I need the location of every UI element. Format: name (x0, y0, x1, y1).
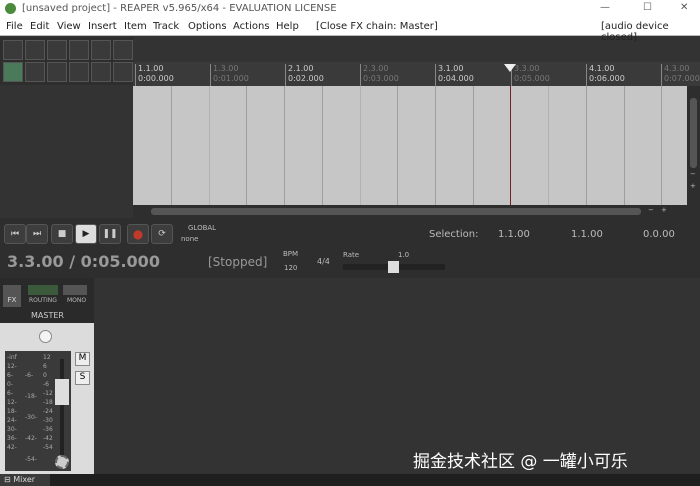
mixer-area (94, 278, 700, 474)
solo-button[interactable]: S (75, 371, 90, 385)
playhead-line (510, 86, 511, 205)
menu-insert[interactable]: Insert (88, 21, 117, 32)
save-project-icon[interactable] (47, 40, 67, 60)
envelope-icon[interactable] (69, 62, 89, 82)
mono-button[interactable] (63, 285, 87, 295)
zoom-in-icon[interactable]: + (661, 206, 667, 214)
meter-panel: -inf 12- 6- 0- 6- 12- 18- 24- 30- 36- 42- -6- -18- -… (5, 351, 71, 471)
menu-edit[interactable]: Edit (30, 21, 49, 32)
ruler-mark: 3.3.00 0:05.000 (511, 64, 550, 86)
menu-item[interactable]: Item (124, 21, 147, 32)
watermark: 掘金技术社区 @ 一罐小可乐 (413, 452, 628, 472)
metronome-icon[interactable] (113, 62, 133, 82)
selection-label: Selection: (429, 229, 479, 240)
volume-fader-thumb[interactable] (55, 379, 69, 405)
record-button[interactable]: ● (127, 224, 149, 244)
ruler-mark: 4.3.00 0:07.000 (661, 64, 700, 86)
playhead-marker-icon[interactable] (504, 64, 516, 73)
ruler-mark: 1.1.00 0:00.000 (135, 64, 174, 86)
volume-fader-track[interactable] (60, 359, 64, 463)
item-grouping-icon[interactable] (47, 62, 67, 82)
global-automation-label[interactable]: GLOBAL (188, 224, 216, 232)
mixer-tab-label: Mixer (13, 475, 36, 484)
ruler-mark: 1.3.00 0:01.000 (210, 64, 249, 86)
rate-label: Rate (343, 251, 360, 259)
bpm-value[interactable]: 120 (284, 264, 297, 272)
ripple-edit-icon[interactable] (25, 62, 45, 82)
maximize-button[interactable]: ☐ (643, 2, 652, 13)
menu-file[interactable]: File (6, 21, 23, 32)
menu-help[interactable]: Help (276, 21, 299, 32)
stop-button[interactable]: ■ (51, 224, 73, 244)
pan-knob[interactable] (39, 330, 52, 343)
tab-mixer[interactable]: ⊟ Mixer (0, 474, 50, 486)
meter-scale-left: -inf 12- 6- 0- 6- 12- 18- 24- 30- 36- 42- (7, 354, 17, 451)
open-project-icon[interactable] (25, 40, 45, 60)
redo-icon[interactable] (113, 40, 133, 60)
reaper-logo-icon (5, 3, 16, 14)
pause-button[interactable]: ❚❚ (99, 224, 121, 244)
go-to-start-button[interactable]: ⏮ (4, 224, 26, 244)
ruler-mark: 2.3.00 0:03.000 (360, 64, 399, 86)
transport-bar: ⏮ ⏭ ■ ▶ ❚❚ ● ⟳ GLOBAL none Selection: 1.… (0, 218, 700, 278)
rate-slider[interactable] (343, 261, 445, 273)
mixer-tab-icon: ⊟ (4, 475, 11, 484)
menu-bar: File Edit View Insert Item Track Options… (0, 18, 700, 43)
selection-start[interactable]: 1.1.00 (498, 229, 530, 240)
fx-chain-menu[interactable]: [Close FX chain: Master] (316, 21, 438, 32)
menu-track[interactable]: Track (153, 21, 179, 32)
fx-button[interactable]: FX (3, 285, 21, 307)
mono-label: MONO (67, 297, 87, 304)
bpm-label: BPM (283, 250, 299, 258)
vertical-scrollbar[interactable]: − + (687, 86, 700, 205)
rate-slider-thumb[interactable] (388, 261, 399, 273)
audio-device-status[interactable]: [audio device closed] (601, 21, 700, 43)
zoom-in-icon[interactable]: + (690, 182, 696, 190)
master-strip: -inf 12- 6- 0- 6- 12- 18- 24- 30- 36- 42- -6- -18- -… (0, 323, 94, 474)
arrange-view[interactable] (133, 86, 687, 205)
grid-toggle-icon[interactable] (3, 62, 23, 82)
menu-view[interactable]: View (57, 21, 81, 32)
play-button[interactable]: ▶ (75, 224, 97, 244)
mute-button[interactable]: M (75, 352, 90, 366)
zoom-out-icon[interactable]: − (648, 206, 654, 214)
global-automation-value[interactable]: none (181, 235, 198, 243)
meter-scale-right: 12 6 0 -6 -12 -18 -24 -30 -36 -42 -54 (43, 354, 53, 451)
time-signature[interactable]: 4/4 (317, 257, 330, 266)
horizontal-scrollbar[interactable]: − + (133, 205, 700, 218)
routing-label: ROUTING (29, 297, 57, 304)
zoom-out-icon[interactable]: − (690, 170, 696, 178)
master-label: MASTER (31, 311, 64, 320)
menu-options[interactable]: Options (188, 21, 227, 32)
time-position[interactable]: 3.3.00 / 0:05.000 (7, 252, 160, 271)
window-title: [unsaved project] - REAPER v5.965/x64 - … (22, 3, 337, 14)
docker-tab-bar: ⊟ Mixer (0, 474, 700, 486)
menu-actions[interactable]: Actions (233, 21, 270, 32)
ruler-mark: 2.1.00 0:02.000 (285, 64, 324, 86)
undo-icon[interactable] (91, 40, 111, 60)
title-bar: [unsaved project] - REAPER v5.965/x64 - … (0, 0, 700, 18)
ruler-mark: 4.1.00 0:06.000 (586, 64, 625, 86)
ruler-mark: 3.1.00 0:04.000 (435, 64, 474, 86)
close-button[interactable]: ✕ (680, 2, 688, 13)
meter-scale-mid: -6- -18- -30- -42- -54- (25, 372, 37, 463)
timeline-ruler[interactable]: 1.1.00 0:00.000 1.3.00 0:01.000 2.1.00 0:02… (133, 62, 700, 86)
repeat-button[interactable]: ⟳ (151, 224, 173, 244)
project-settings-icon[interactable] (69, 40, 89, 60)
main-toolbar (0, 37, 133, 85)
rate-value: 1.0 (398, 251, 410, 259)
new-project-icon[interactable] (3, 40, 23, 60)
selection-end[interactable]: 1.1.00 (571, 229, 603, 240)
routing-button[interactable] (28, 285, 58, 295)
go-to-end-button[interactable]: ⏭ (26, 224, 48, 244)
snap-icon[interactable] (91, 62, 111, 82)
minimize-button[interactable]: — (600, 2, 610, 13)
settings-gear-icon[interactable] (55, 455, 69, 469)
selection-length[interactable]: 0.0.00 (643, 229, 675, 240)
play-status: [Stopped] (208, 255, 268, 269)
